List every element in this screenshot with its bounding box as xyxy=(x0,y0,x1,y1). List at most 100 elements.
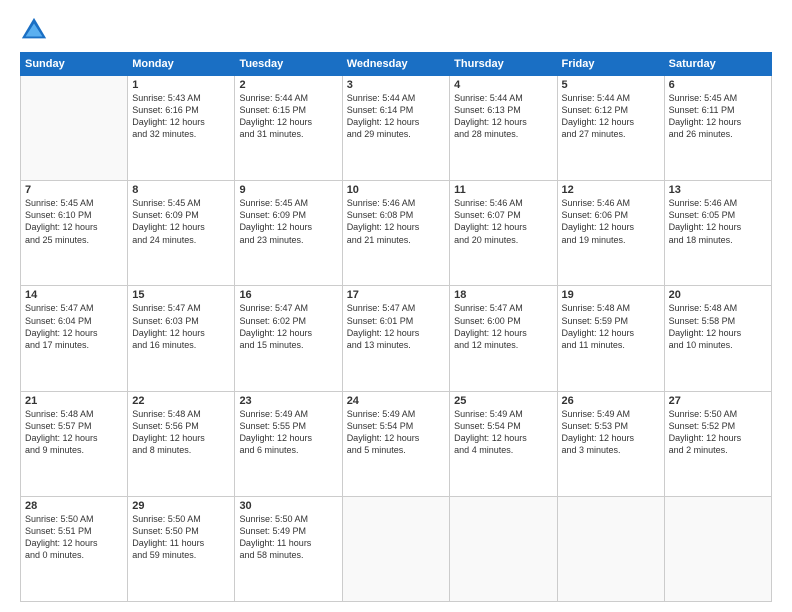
calendar-week-5: 28Sunrise: 5:50 AM Sunset: 5:51 PM Dayli… xyxy=(21,496,772,601)
day-number: 1 xyxy=(132,79,230,91)
day-info: Sunrise: 5:47 AM Sunset: 6:00 PM Dayligh… xyxy=(454,302,552,351)
weekday-header-row: SundayMondayTuesdayWednesdayThursdayFrid… xyxy=(21,53,772,76)
weekday-sunday: Sunday xyxy=(21,53,128,76)
day-number: 12 xyxy=(562,184,660,196)
calendar-cell: 29Sunrise: 5:50 AM Sunset: 5:50 PM Dayli… xyxy=(128,496,235,601)
day-number: 17 xyxy=(347,289,445,301)
calendar-cell: 17Sunrise: 5:47 AM Sunset: 6:01 PM Dayli… xyxy=(342,286,449,391)
day-info: Sunrise: 5:47 AM Sunset: 6:03 PM Dayligh… xyxy=(132,302,230,351)
day-number: 4 xyxy=(454,79,552,91)
day-number: 27 xyxy=(669,395,767,407)
calendar-cell xyxy=(342,496,449,601)
weekday-tuesday: Tuesday xyxy=(235,53,342,76)
calendar-table: SundayMondayTuesdayWednesdayThursdayFrid… xyxy=(20,52,772,602)
calendar-cell: 28Sunrise: 5:50 AM Sunset: 5:51 PM Dayli… xyxy=(21,496,128,601)
calendar-cell: 16Sunrise: 5:47 AM Sunset: 6:02 PM Dayli… xyxy=(235,286,342,391)
weekday-friday: Friday xyxy=(557,53,664,76)
calendar-cell xyxy=(557,496,664,601)
day-number: 14 xyxy=(25,289,123,301)
day-info: Sunrise: 5:45 AM Sunset: 6:09 PM Dayligh… xyxy=(239,197,337,246)
calendar-cell: 10Sunrise: 5:46 AM Sunset: 6:08 PM Dayli… xyxy=(342,181,449,286)
day-number: 29 xyxy=(132,500,230,512)
weekday-saturday: Saturday xyxy=(664,53,771,76)
day-info: Sunrise: 5:44 AM Sunset: 6:15 PM Dayligh… xyxy=(239,92,337,141)
calendar-cell: 23Sunrise: 5:49 AM Sunset: 5:55 PM Dayli… xyxy=(235,391,342,496)
day-number: 10 xyxy=(347,184,445,196)
day-number: 6 xyxy=(669,79,767,91)
calendar-cell xyxy=(21,76,128,181)
calendar-cell: 8Sunrise: 5:45 AM Sunset: 6:09 PM Daylig… xyxy=(128,181,235,286)
day-number: 28 xyxy=(25,500,123,512)
day-number: 16 xyxy=(239,289,337,301)
day-info: Sunrise: 5:50 AM Sunset: 5:51 PM Dayligh… xyxy=(25,513,123,562)
day-number: 7 xyxy=(25,184,123,196)
page: SundayMondayTuesdayWednesdayThursdayFrid… xyxy=(0,0,792,612)
day-number: 24 xyxy=(347,395,445,407)
header xyxy=(20,16,772,44)
calendar-cell: 19Sunrise: 5:48 AM Sunset: 5:59 PM Dayli… xyxy=(557,286,664,391)
day-info: Sunrise: 5:46 AM Sunset: 6:08 PM Dayligh… xyxy=(347,197,445,246)
day-number: 9 xyxy=(239,184,337,196)
day-info: Sunrise: 5:48 AM Sunset: 5:56 PM Dayligh… xyxy=(132,408,230,457)
day-info: Sunrise: 5:45 AM Sunset: 6:10 PM Dayligh… xyxy=(25,197,123,246)
day-info: Sunrise: 5:49 AM Sunset: 5:55 PM Dayligh… xyxy=(239,408,337,457)
calendar-cell: 5Sunrise: 5:44 AM Sunset: 6:12 PM Daylig… xyxy=(557,76,664,181)
calendar-cell: 20Sunrise: 5:48 AM Sunset: 5:58 PM Dayli… xyxy=(664,286,771,391)
calendar-cell: 25Sunrise: 5:49 AM Sunset: 5:54 PM Dayli… xyxy=(450,391,557,496)
day-number: 15 xyxy=(132,289,230,301)
calendar-cell: 21Sunrise: 5:48 AM Sunset: 5:57 PM Dayli… xyxy=(21,391,128,496)
day-number: 13 xyxy=(669,184,767,196)
calendar-cell: 26Sunrise: 5:49 AM Sunset: 5:53 PM Dayli… xyxy=(557,391,664,496)
calendar-cell: 22Sunrise: 5:48 AM Sunset: 5:56 PM Dayli… xyxy=(128,391,235,496)
calendar-cell: 1Sunrise: 5:43 AM Sunset: 6:16 PM Daylig… xyxy=(128,76,235,181)
calendar-cell: 15Sunrise: 5:47 AM Sunset: 6:03 PM Dayli… xyxy=(128,286,235,391)
day-info: Sunrise: 5:46 AM Sunset: 6:05 PM Dayligh… xyxy=(669,197,767,246)
day-info: Sunrise: 5:49 AM Sunset: 5:53 PM Dayligh… xyxy=(562,408,660,457)
day-info: Sunrise: 5:50 AM Sunset: 5:52 PM Dayligh… xyxy=(669,408,767,457)
calendar-cell: 27Sunrise: 5:50 AM Sunset: 5:52 PM Dayli… xyxy=(664,391,771,496)
calendar-cell: 2Sunrise: 5:44 AM Sunset: 6:15 PM Daylig… xyxy=(235,76,342,181)
day-info: Sunrise: 5:44 AM Sunset: 6:12 PM Dayligh… xyxy=(562,92,660,141)
calendar-cell: 12Sunrise: 5:46 AM Sunset: 6:06 PM Dayli… xyxy=(557,181,664,286)
calendar-week-2: 7Sunrise: 5:45 AM Sunset: 6:10 PM Daylig… xyxy=(21,181,772,286)
day-number: 19 xyxy=(562,289,660,301)
day-number: 21 xyxy=(25,395,123,407)
day-info: Sunrise: 5:44 AM Sunset: 6:14 PM Dayligh… xyxy=(347,92,445,141)
calendar-cell: 24Sunrise: 5:49 AM Sunset: 5:54 PM Dayli… xyxy=(342,391,449,496)
day-number: 22 xyxy=(132,395,230,407)
day-info: Sunrise: 5:46 AM Sunset: 6:07 PM Dayligh… xyxy=(454,197,552,246)
calendar-cell xyxy=(450,496,557,601)
day-info: Sunrise: 5:48 AM Sunset: 5:57 PM Dayligh… xyxy=(25,408,123,457)
day-info: Sunrise: 5:46 AM Sunset: 6:06 PM Dayligh… xyxy=(562,197,660,246)
day-info: Sunrise: 5:49 AM Sunset: 5:54 PM Dayligh… xyxy=(347,408,445,457)
day-number: 25 xyxy=(454,395,552,407)
day-number: 8 xyxy=(132,184,230,196)
calendar-week-1: 1Sunrise: 5:43 AM Sunset: 6:16 PM Daylig… xyxy=(21,76,772,181)
day-number: 11 xyxy=(454,184,552,196)
calendar-cell: 30Sunrise: 5:50 AM Sunset: 5:49 PM Dayli… xyxy=(235,496,342,601)
day-info: Sunrise: 5:45 AM Sunset: 6:09 PM Dayligh… xyxy=(132,197,230,246)
day-number: 2 xyxy=(239,79,337,91)
logo-icon xyxy=(20,16,48,44)
calendar-cell: 18Sunrise: 5:47 AM Sunset: 6:00 PM Dayli… xyxy=(450,286,557,391)
calendar-cell: 14Sunrise: 5:47 AM Sunset: 6:04 PM Dayli… xyxy=(21,286,128,391)
day-info: Sunrise: 5:47 AM Sunset: 6:04 PM Dayligh… xyxy=(25,302,123,351)
day-info: Sunrise: 5:43 AM Sunset: 6:16 PM Dayligh… xyxy=(132,92,230,141)
calendar-cell: 13Sunrise: 5:46 AM Sunset: 6:05 PM Dayli… xyxy=(664,181,771,286)
day-number: 18 xyxy=(454,289,552,301)
day-number: 3 xyxy=(347,79,445,91)
day-info: Sunrise: 5:50 AM Sunset: 5:49 PM Dayligh… xyxy=(239,513,337,562)
calendar-cell xyxy=(664,496,771,601)
calendar-cell: 4Sunrise: 5:44 AM Sunset: 6:13 PM Daylig… xyxy=(450,76,557,181)
calendar-week-3: 14Sunrise: 5:47 AM Sunset: 6:04 PM Dayli… xyxy=(21,286,772,391)
calendar-cell: 11Sunrise: 5:46 AM Sunset: 6:07 PM Dayli… xyxy=(450,181,557,286)
weekday-thursday: Thursday xyxy=(450,53,557,76)
day-info: Sunrise: 5:48 AM Sunset: 5:59 PM Dayligh… xyxy=(562,302,660,351)
day-info: Sunrise: 5:49 AM Sunset: 5:54 PM Dayligh… xyxy=(454,408,552,457)
weekday-wednesday: Wednesday xyxy=(342,53,449,76)
calendar-cell: 3Sunrise: 5:44 AM Sunset: 6:14 PM Daylig… xyxy=(342,76,449,181)
day-number: 20 xyxy=(669,289,767,301)
day-number: 26 xyxy=(562,395,660,407)
day-info: Sunrise: 5:47 AM Sunset: 6:01 PM Dayligh… xyxy=(347,302,445,351)
day-info: Sunrise: 5:45 AM Sunset: 6:11 PM Dayligh… xyxy=(669,92,767,141)
